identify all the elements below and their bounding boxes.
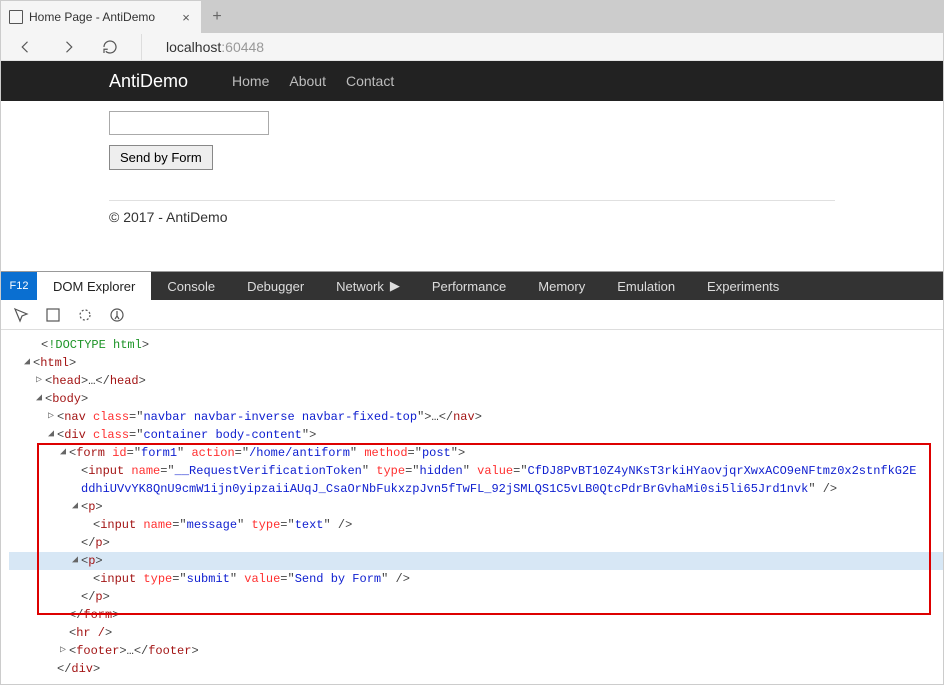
footer-close: footer bbox=[148, 644, 191, 658]
url-field[interactable]: localhost:60448 bbox=[166, 39, 264, 55]
head-tag: head bbox=[52, 374, 81, 388]
attr-value: form1 bbox=[141, 446, 177, 460]
twist-icon[interactable]: ▷ bbox=[33, 372, 45, 390]
page-body: Send by Form © 2017 - AntiDemo bbox=[1, 101, 943, 225]
tab-network-label: Network bbox=[336, 279, 384, 294]
footer-text: © 2017 - AntiDemo bbox=[109, 209, 835, 225]
twist-icon[interactable]: ◢ bbox=[69, 552, 81, 570]
nav-contact[interactable]: Contact bbox=[346, 73, 394, 89]
accessibility-icon[interactable] bbox=[109, 307, 125, 323]
color-picker-icon[interactable] bbox=[77, 307, 93, 323]
attr-name: type bbox=[251, 518, 280, 532]
browser-tab[interactable]: Home Page - AntiDemo × bbox=[1, 1, 201, 33]
attr-value: submit bbox=[187, 572, 230, 586]
form-close: form bbox=[83, 608, 112, 622]
tab-debugger[interactable]: Debugger bbox=[231, 272, 320, 300]
twist-icon[interactable]: ▷ bbox=[57, 642, 69, 660]
hr-tag: hr / bbox=[76, 626, 105, 640]
refresh-button[interactable] bbox=[99, 36, 121, 58]
dom-tree[interactable]: <<!DOCTYPE html>!DOCTYPE html> ◢<html> ▷… bbox=[1, 330, 943, 684]
back-button[interactable] bbox=[15, 36, 37, 58]
attr-name: name bbox=[143, 518, 172, 532]
attr-name: id bbox=[112, 446, 126, 460]
div-close: div bbox=[71, 662, 93, 676]
footer-divider bbox=[109, 200, 835, 201]
tab-console[interactable]: Console bbox=[151, 272, 231, 300]
p-close: p bbox=[95, 590, 102, 604]
tab-performance[interactable]: Performance bbox=[416, 272, 522, 300]
tab-memory[interactable]: Memory bbox=[522, 272, 601, 300]
twist-icon[interactable]: ◢ bbox=[45, 426, 57, 444]
attr-value: message bbox=[187, 518, 237, 532]
highlight-icon[interactable] bbox=[45, 307, 61, 323]
tab-experiments[interactable]: Experiments bbox=[691, 272, 795, 300]
input-tag: input bbox=[88, 464, 124, 478]
url-port: :60448 bbox=[221, 39, 264, 55]
attr-name: type bbox=[376, 464, 405, 478]
forward-button[interactable] bbox=[57, 36, 79, 58]
attr-value: text bbox=[295, 518, 324, 532]
separator bbox=[141, 34, 142, 60]
tab-strip: Home Page - AntiDemo × + bbox=[1, 1, 943, 33]
form-tag: form bbox=[76, 446, 105, 460]
twist-icon[interactable]: ◢ bbox=[33, 390, 45, 408]
selected-row[interactable]: ◢<p> bbox=[9, 552, 943, 570]
page-icon bbox=[9, 10, 23, 24]
ellipsis: … bbox=[432, 410, 439, 424]
twist-icon[interactable]: ◢ bbox=[21, 354, 33, 372]
attr-name: action bbox=[191, 446, 234, 460]
devtools-tabs: F12 DOM Explorer Console Debugger Networ… bbox=[1, 272, 943, 300]
nav-close: nav bbox=[453, 410, 475, 424]
attr-value: post bbox=[422, 446, 451, 460]
attr-name: name bbox=[131, 464, 160, 478]
attr-value: navbar navbar-inverse navbar-fixed-top bbox=[143, 410, 417, 424]
address-bar: localhost:60448 bbox=[1, 33, 943, 61]
tab-emulation[interactable]: Emulation bbox=[601, 272, 691, 300]
select-element-icon[interactable] bbox=[13, 307, 29, 323]
footer-tag: footer bbox=[76, 644, 119, 658]
attr-value: Send by Form bbox=[295, 572, 381, 586]
tab-title: Home Page - AntiDemo bbox=[29, 10, 173, 24]
site-navbar: AntiDemo Home About Contact bbox=[1, 61, 943, 101]
twist-icon[interactable]: ▷ bbox=[45, 408, 57, 426]
tab-network[interactable]: Network ▶ bbox=[320, 272, 416, 300]
head-close: head bbox=[110, 374, 139, 388]
input-tag: input bbox=[100, 572, 136, 586]
twist-icon[interactable]: ◢ bbox=[57, 444, 69, 462]
attr-name: class bbox=[93, 428, 129, 442]
attr-value: hidden bbox=[420, 464, 463, 478]
devtools-toolbar bbox=[1, 300, 943, 330]
input-tag: input bbox=[100, 518, 136, 532]
html-tag: html bbox=[40, 356, 69, 370]
body-tag: body bbox=[52, 392, 81, 406]
attr-name: value bbox=[244, 572, 280, 586]
attr-value: container body-content bbox=[143, 428, 301, 442]
f12-badge: F12 bbox=[1, 272, 37, 300]
attr-value: /home/antiform bbox=[249, 446, 350, 460]
nav-tag: nav bbox=[64, 410, 86, 424]
ellipsis: … bbox=[127, 644, 134, 658]
send-by-form-button[interactable]: Send by Form bbox=[109, 145, 213, 170]
message-input[interactable] bbox=[109, 111, 269, 135]
attr-name: class bbox=[93, 410, 129, 424]
tab-dom-explorer[interactable]: DOM Explorer bbox=[37, 272, 151, 300]
page-viewport: AntiDemo Home About Contact Send by Form… bbox=[1, 61, 943, 271]
nav-about[interactable]: About bbox=[289, 73, 326, 89]
attr-value: __RequestVerificationToken bbox=[175, 464, 362, 478]
close-icon[interactable]: × bbox=[179, 10, 193, 25]
attr-name: method bbox=[364, 446, 407, 460]
twist-icon[interactable]: ◢ bbox=[69, 498, 81, 516]
attr-name: value bbox=[477, 464, 513, 478]
url-host: localhost bbox=[166, 39, 221, 55]
devtools: F12 DOM Explorer Console Debugger Networ… bbox=[1, 271, 943, 684]
play-icon: ▶ bbox=[390, 278, 400, 294]
div-tag: div bbox=[64, 428, 86, 442]
p-close: p bbox=[95, 536, 102, 550]
browser-window: Home Page - AntiDemo × + localhost:60448… bbox=[0, 0, 944, 685]
brand[interactable]: AntiDemo bbox=[109, 71, 188, 92]
new-tab-button[interactable]: + bbox=[201, 1, 233, 33]
attr-name: type bbox=[143, 572, 172, 586]
nav-home[interactable]: Home bbox=[232, 73, 269, 89]
